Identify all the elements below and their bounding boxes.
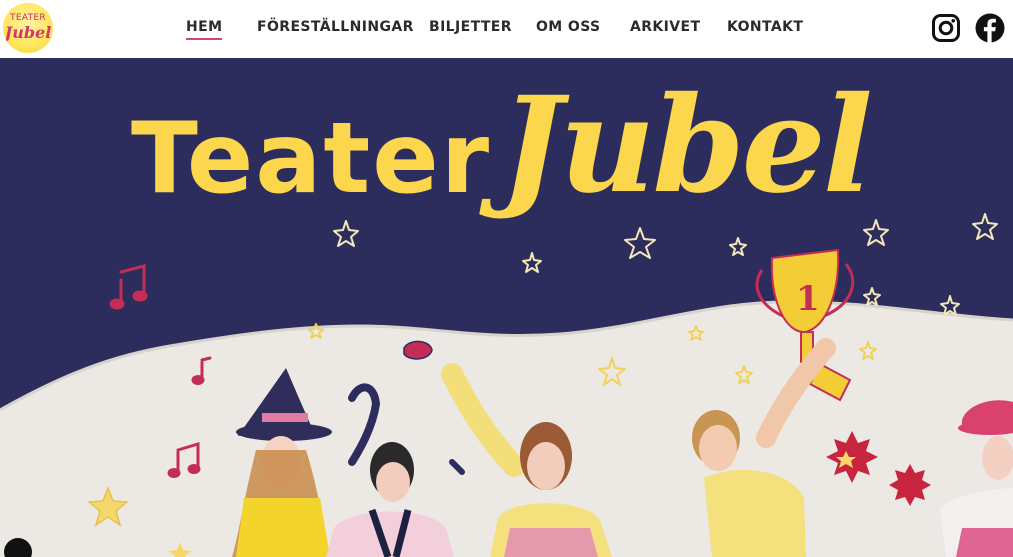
star-doodle: [624, 227, 656, 259]
hero-title-jubel: Jubel: [500, 68, 873, 223]
nav-item-om-oss[interactable]: OM OSS: [536, 19, 601, 35]
music-note-doodle: [109, 264, 148, 310]
top-navigation-bar: TEATER Jubel HEM FÖRESTÄLLNINGAR BILJETT…: [0, 0, 1013, 58]
hero-title-teater: Teater: [131, 102, 492, 216]
starburst-doodle: [889, 464, 931, 506]
nav-item-biljetter[interactable]: BILJETTER: [429, 19, 512, 35]
facebook-icon[interactable]: [975, 13, 1005, 43]
trophy-number: 1: [796, 279, 820, 319]
star-doodle: [863, 219, 889, 246]
nav-item-forestallningar[interactable]: FÖRESTÄLLNINGAR: [257, 19, 414, 35]
hero-banner: 1 Teater Jubel: [0, 58, 1013, 557]
star-doodle: [863, 287, 881, 306]
star-doodle: [940, 295, 960, 316]
glass-doodle: [403, 340, 433, 360]
nav-item-kontakt[interactable]: KONTAKT: [727, 19, 803, 35]
logo-top-text: TEATER: [10, 13, 46, 23]
logo-bottom-text: Jubel: [4, 23, 52, 42]
nav-item-arkivet[interactable]: ARKIVET: [630, 19, 700, 35]
star-doodle: [333, 220, 359, 247]
star-doodle: [729, 237, 747, 256]
nav-item-hem[interactable]: HEM: [186, 19, 223, 40]
site-logo[interactable]: TEATER Jubel: [3, 3, 53, 53]
star-doodle: [522, 252, 542, 273]
star-doodle: [972, 213, 998, 240]
instagram-icon[interactable]: [931, 13, 961, 43]
